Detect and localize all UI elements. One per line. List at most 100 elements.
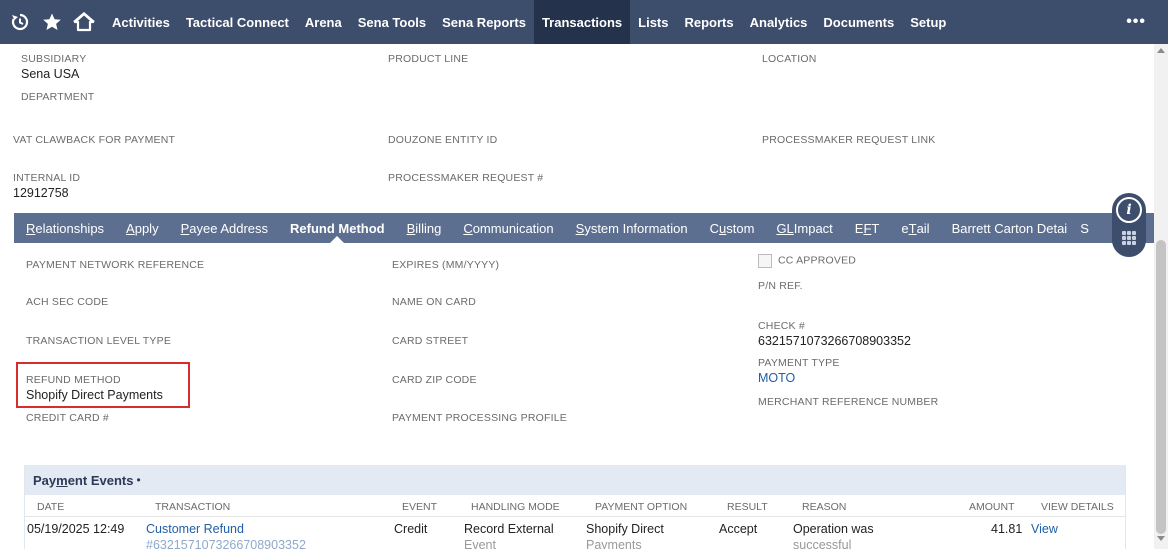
row-payment-option-line2: Payments [586,538,642,549]
row-date: 05/19/2025 12:49 [27,522,125,536]
tab-gl-impact[interactable]: GL Impact [765,213,843,243]
payment-type-link[interactable]: MOTO [758,370,840,386]
location-label: LOCATION [762,53,817,65]
star-icon[interactable] [36,0,68,44]
row-reason: Operation was successful [793,521,874,549]
credit-card-number-field: CREDIT CARD # [26,412,109,425]
internal-id-field: INTERNAL ID 12912758 [13,172,80,201]
nav-item-arena[interactable]: Arena [297,0,350,44]
tab-custom-post: stom [726,220,755,236]
tab-etail-accesskey: T [908,220,917,236]
tab-communication[interactable]: Communication [452,213,564,243]
nav-item-lists[interactable]: Lists [630,0,676,44]
col-transaction[interactable]: TRANSACTION [155,501,230,513]
tab-billing[interactable]: Billing [396,213,453,243]
scroll-up-arrow-icon[interactable] [1157,48,1165,53]
tab-communication-accesskey: C [463,220,473,236]
top-navigation-bar: Activities Tactical Connect Arena Sena T… [0,0,1168,44]
name-on-card-field: NAME ON CARD [392,296,476,309]
tab-relationships[interactable]: Relationships [14,213,115,243]
payment-events-title: Payment Events [33,473,133,488]
col-payment-option[interactable]: PAYMENT OPTION [595,501,687,513]
card-zip-code-label: CARD ZIP CODE [392,374,477,386]
tab-payee-address[interactable]: Payee Address [170,213,279,243]
row-reason-line1: Operation was [793,522,874,536]
tab-barrett-label: Barrett Carton Detai [951,220,1068,236]
tab-etail-pre: e [901,220,909,236]
nav-item-reports[interactable]: Reports [676,0,741,44]
internal-id-value: 12912758 [13,186,69,200]
floating-help-widget: i [1112,193,1146,257]
tab-refund-method[interactable]: Refund Method [279,213,396,243]
col-date[interactable]: DATE [37,501,64,513]
tab-communication-label: ommunication [472,220,554,236]
card-zip-code-field: CARD ZIP CODE [392,374,477,387]
home-icon[interactable] [68,0,100,44]
payment-events-header[interactable]: Payment Events • [25,465,1125,495]
nav-item-sena-reports[interactable]: Sena Reports [434,0,534,44]
col-event[interactable]: EVENT [402,501,437,513]
col-view-details[interactable]: VIEW DETAILS [1041,501,1114,513]
nav-item-tactical-connect[interactable]: Tactical Connect [178,0,297,44]
tab-etail-post: ail [916,220,930,236]
processmaker-request-label: PROCESSMAKER REQUEST # [388,172,544,184]
expires-label: EXPIRES (MM/YYYY) [392,259,500,271]
apps-grid-icon[interactable] [1122,231,1136,245]
row-transaction-link[interactable]: Customer Refund #6321571073266708903352 [146,521,306,549]
tab-etail[interactable]: e Tail [890,213,940,243]
tab-system-information-accesskey: S [575,220,585,236]
tab-gl-impact-label: Impact [793,220,833,236]
payment-events-title-post: ent Events [67,472,134,488]
tab-gl-impact-accesskey: GL [776,220,794,236]
card-street-label: CARD STREET [392,335,469,347]
more-menu-icon[interactable]: ••• [1126,0,1146,44]
payment-events-accesskey: m [56,472,68,488]
col-handling-mode[interactable]: HANDLING MODE [471,501,560,513]
nav-item-setup[interactable]: Setup [902,0,954,44]
department-field: DEPARTMENT [21,91,94,104]
tab-custom-accesskey: u [719,220,727,236]
nav-item-sena-tools[interactable]: Sena Tools [350,0,434,44]
nav-item-activities[interactable]: Activities [104,0,178,44]
payment-network-reference-label: PAYMENT NETWORK REFERENCE [26,259,205,271]
tab-billing-accesskey: B [406,220,416,236]
product-line-label: PRODUCT LINE [388,53,469,65]
col-result[interactable]: RESULT [727,501,768,513]
merchant-reference-number-field: MERCHANT REFERENCE NUMBER [758,396,938,409]
payment-type-field: PAYMENT TYPE MOTO [758,357,840,386]
scroll-down-arrow-icon[interactable] [1157,536,1165,541]
location-field: LOCATION [762,53,817,66]
scrollbar-thumb[interactable] [1156,240,1166,534]
department-label: DEPARTMENT [21,91,95,103]
tab-eft[interactable]: EFT [844,213,891,243]
expires-field: EXPIRES (MM/YYYY) [392,259,499,272]
pn-ref-field: P/N REF. [758,280,803,293]
tab-refund-method-label: Refund Method [290,220,385,236]
nav-item-transactions[interactable]: Transactions [533,0,631,44]
product-line-field: PRODUCT LINE [388,53,468,66]
row-transaction-number: #6321571073266708903352 [146,538,306,549]
info-icon[interactable]: i [1116,197,1142,223]
recent-records-icon[interactable] [4,0,36,44]
col-amount[interactable]: AMOUNT [969,501,1015,513]
pn-ref-label: P/N REF. [758,280,803,292]
nav-item-analytics[interactable]: Analytics [742,0,816,44]
nav-item-documents[interactable]: Documents [815,0,902,44]
tab-apply-accesskey: A [126,220,135,236]
col-reason[interactable]: REASON [802,501,846,513]
tab-system-information[interactable]: System Information [565,213,699,243]
cc-approved-checkbox[interactable] [758,253,772,268]
tab-custom[interactable]: Cu stom [699,213,766,243]
tab-apply[interactable]: Apply [115,213,170,243]
tab-overflow[interactable]: S [1078,213,1100,243]
merchant-reference-number-label: MERCHANT REFERENCE NUMBER [758,396,939,408]
vertical-scrollbar[interactable] [1154,44,1168,549]
row-view-link[interactable]: View [1031,521,1058,537]
record-content: SUBSIDIARY Sena USA PRODUCT LINE LOCATIO… [0,44,1154,549]
ach-sec-code-label: ACH SEC CODE [26,296,109,308]
row-event: Credit [394,522,428,536]
row-handling-mode: Record External Event [464,521,554,549]
ach-sec-code-field: ACH SEC CODE [26,296,108,309]
tab-barrett-carton-details[interactable]: Barrett Carton Detai [941,213,1079,243]
tab-eft-accesskey: F [863,220,872,236]
